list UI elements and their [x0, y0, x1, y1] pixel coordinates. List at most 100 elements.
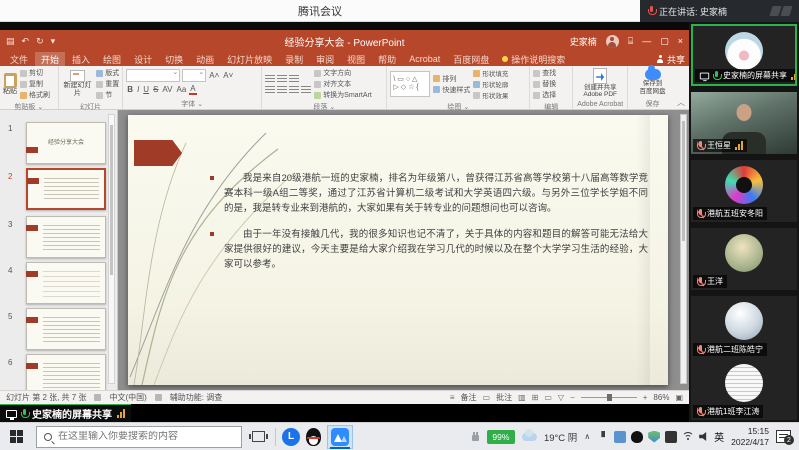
arrange-button[interactable]: 排列: [433, 74, 470, 84]
weather-text[interactable]: 19°C 阴: [544, 430, 577, 444]
tab-help[interactable]: 帮助: [372, 52, 402, 67]
participant-tile[interactable]: 港航二班陈皓宁: [691, 296, 797, 358]
minimize-button[interactable]: —: [642, 36, 651, 46]
font-name-combo[interactable]: [126, 69, 180, 82]
cut-button[interactable]: 剪切: [20, 68, 50, 78]
slide-thumbnail-4[interactable]: [26, 262, 106, 304]
tab-file[interactable]: 文件: [4, 52, 34, 67]
align-left-icon[interactable]: [265, 86, 275, 94]
search-input[interactable]: [58, 431, 228, 442]
tab-animations[interactable]: 动画: [190, 52, 220, 67]
align-right-icon[interactable]: [289, 86, 299, 94]
close-button[interactable]: ×: [678, 36, 683, 46]
slideshow-icon[interactable]: ▽: [558, 393, 564, 402]
tab-home[interactable]: 开始: [35, 52, 65, 67]
slide-text-block[interactable]: 我是来自20级港航一班的史家楠，排名为年级第八，曾获得江苏省高等学校第十八届高等…: [224, 171, 648, 282]
redo-icon[interactable]: ↻: [36, 36, 44, 47]
participant-tile-share[interactable]: 史家楠的屏幕共享: [691, 24, 797, 86]
tab-draw[interactable]: 绘图: [97, 52, 127, 67]
align-center-icon[interactable]: [277, 86, 287, 94]
strikethrough-button[interactable]: S: [152, 85, 159, 94]
tab-acrobat[interactable]: Acrobat: [403, 53, 446, 65]
participant-tile[interactable]: 港航五班安冬阳: [691, 160, 797, 222]
hidden-icons-chevron[interactable]: ∧: [584, 432, 590, 441]
slide-thumbnail-1[interactable]: 经验分享大会: [26, 122, 106, 164]
start-button[interactable]: [10, 430, 24, 444]
slide-thumbnail-2[interactable]: [26, 168, 106, 210]
tray-qq-icon[interactable]: [631, 431, 643, 443]
zoom-in-icon[interactable]: +: [643, 393, 648, 402]
bullets-icon[interactable]: [265, 75, 275, 83]
tray-mic-icon[interactable]: [597, 431, 609, 443]
participant-tile[interactable]: 王洋: [691, 228, 797, 290]
tray-app-icon[interactable]: [665, 431, 677, 443]
participant-tile[interactable]: 港航1班李江涛: [691, 358, 797, 420]
reset-button[interactable]: 重置: [96, 79, 119, 89]
font-size-combo[interactable]: [182, 69, 206, 82]
qq-app-icon[interactable]: [306, 428, 321, 446]
normal-view-icon[interactable]: ▥: [518, 393, 526, 402]
shape-fill-button[interactable]: 形状填充: [473, 68, 508, 78]
align-text-button[interactable]: 对齐文本: [314, 79, 372, 89]
ppt-share-button[interactable]: 共享: [657, 53, 685, 66]
tab-view[interactable]: 视图: [341, 52, 371, 67]
document-scrollbar[interactable]: [680, 114, 687, 384]
numbering-icon[interactable]: [277, 75, 287, 83]
language-label[interactable]: 中文(中国): [109, 392, 146, 403]
task-view-icon[interactable]: [252, 431, 265, 442]
tab-review[interactable]: 审阅: [310, 52, 340, 67]
underline-button[interactable]: U: [142, 85, 150, 94]
accessibility-label[interactable]: 辅助功能: 调查: [170, 392, 222, 403]
shape-effects-button[interactable]: 形状效果: [473, 90, 508, 100]
ribbon-display-options-icon[interactable]: ⌸: [628, 36, 633, 47]
shape-gallery[interactable]: \ ▭ ○ △ ▷ ◇ ☆ {: [390, 71, 430, 97]
restore-button[interactable]: ▢: [660, 36, 669, 47]
change-case-button[interactable]: Aa: [176, 85, 188, 94]
notes-button[interactable]: 备注: [461, 392, 477, 403]
collapse-ribbon-icon[interactable]: ︿: [677, 97, 689, 109]
zoom-out-icon[interactable]: −: [570, 393, 575, 402]
slide-thumbnail-6[interactable]: [26, 354, 106, 390]
replace-button[interactable]: 替换: [533, 79, 556, 89]
slide-thumbnail-3[interactable]: [26, 216, 106, 258]
zoom-slider[interactable]: [581, 397, 637, 398]
reading-view-icon[interactable]: ▭: [544, 393, 552, 402]
spellcheck-icon[interactable]: [94, 394, 101, 401]
grow-font-icon[interactable]: A˄: [208, 71, 220, 80]
italic-button[interactable]: I: [136, 85, 140, 94]
participant-tile[interactable]: 王恒星: [691, 92, 797, 154]
save-to-pan-button[interactable]: 保存到 百度网盘: [640, 69, 666, 94]
tray-display-icon[interactable]: [614, 431, 626, 443]
app-l-icon[interactable]: L: [282, 428, 300, 446]
comments-button[interactable]: 批注: [496, 392, 512, 403]
smartart-button[interactable]: 转换为SmartArt: [314, 90, 372, 100]
paste-button[interactable]: 粘贴: [3, 73, 17, 96]
tab-baidu-pan[interactable]: 百度网盘: [447, 52, 495, 67]
slide-canvas[interactable]: 我是来自20级港航一班的史家楠，排名为年级第八，曾获得江苏省高等学校第十八届高等…: [128, 115, 668, 385]
copy-button[interactable]: 复制: [20, 79, 50, 89]
speaker-icon[interactable]: [699, 432, 709, 442]
text-direction-button[interactable]: 文字方向: [314, 68, 372, 78]
tab-record[interactable]: 录制: [279, 52, 309, 67]
save-icon[interactable]: ▤: [6, 36, 15, 47]
wifi-icon[interactable]: [682, 432, 694, 442]
taskbar-clock[interactable]: 15:15 2022/4/17: [731, 426, 769, 447]
tell-me-search[interactable]: 操作说明搜索: [502, 53, 565, 66]
shape-outline-button[interactable]: 形状轮廓: [473, 79, 508, 89]
tab-transitions[interactable]: 切换: [159, 52, 189, 67]
new-slide-button[interactable]: 新建幻灯片: [62, 70, 94, 97]
slide-thumbnail-5[interactable]: [26, 308, 106, 350]
select-button[interactable]: 选择: [533, 90, 556, 100]
tab-design[interactable]: 设计: [128, 52, 158, 67]
slide-sorter-icon[interactable]: ⊞: [532, 393, 539, 402]
zoom-level[interactable]: 86%: [653, 393, 669, 402]
tray-shield-icon[interactable]: [648, 431, 660, 443]
layout-button[interactable]: 版式: [96, 68, 119, 78]
quick-styles-button[interactable]: 快速样式: [433, 85, 470, 95]
find-button[interactable]: 查找: [533, 68, 556, 78]
bold-button[interactable]: B: [126, 85, 134, 94]
shrink-font-icon[interactable]: A˅: [222, 71, 234, 80]
indent-icon[interactable]: [289, 75, 299, 83]
ime-indicator[interactable]: 英: [714, 429, 724, 444]
justify-icon[interactable]: [301, 86, 311, 94]
